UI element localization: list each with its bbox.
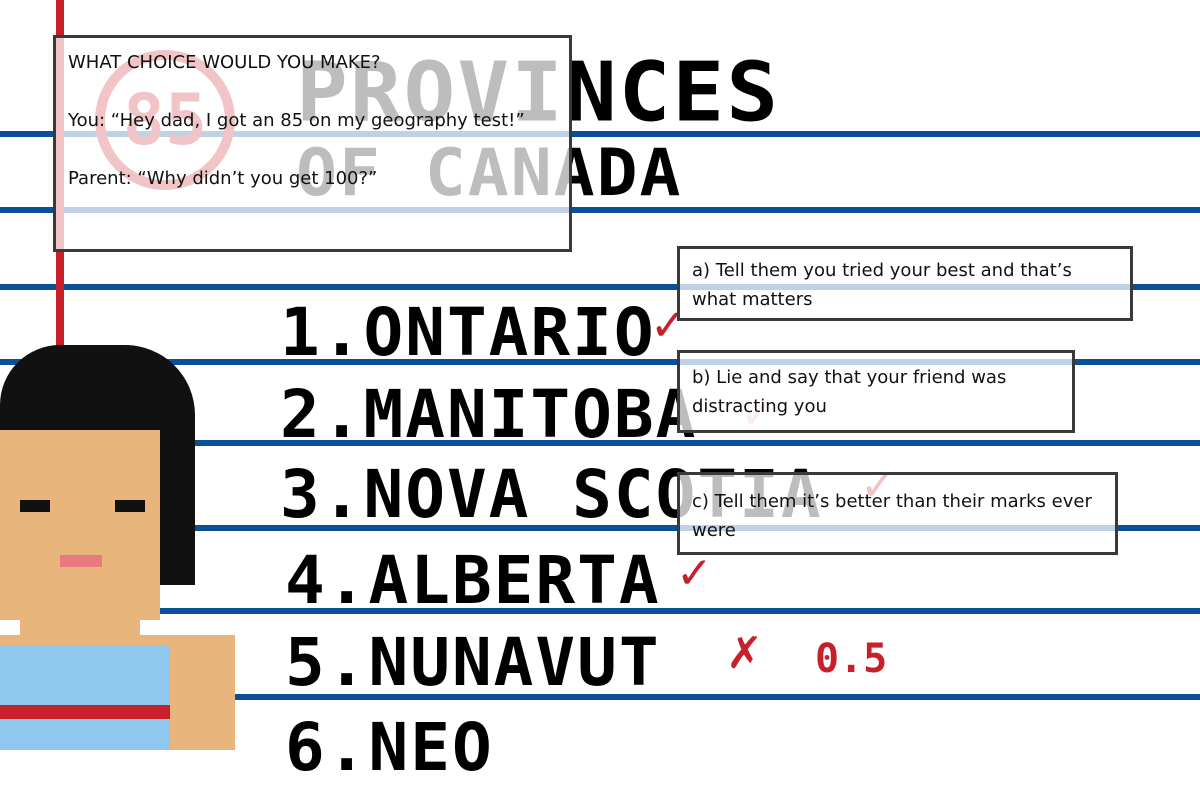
choice-a-button[interactable]: a) Tell them you tried your best and tha… (677, 246, 1133, 321)
prompt-heading: WHAT CHOICE WOULD YOU MAKE? (68, 52, 381, 73)
face (0, 430, 160, 620)
prompt-box: WHAT CHOICE WOULD YOU MAKE? You: “Hey da… (53, 35, 572, 252)
answer-item: 4.ALBERTA (285, 542, 661, 619)
top (0, 645, 170, 750)
choice-c-label: c) Tell them it’s better than their mark… (692, 491, 1092, 541)
choice-c-button[interactable]: c) Tell them it’s better than their mark… (677, 472, 1118, 555)
answer-item: 2.MANITOBA (280, 376, 698, 453)
eye (20, 500, 50, 512)
top-pattern (0, 705, 170, 719)
answer-item: 5.NUNAVUT (285, 624, 661, 701)
choice-a-label: a) Tell them you tried your best and tha… (692, 260, 1072, 310)
cross-mark-icon: ✗ (726, 628, 763, 679)
check-mark-icon: ✓ (676, 548, 713, 599)
partial-score: 0.5 (815, 636, 888, 682)
prompt-parent-line: Parent: “Why didn’t you get 100?” (68, 168, 378, 189)
choice-b-label: b) Lie and say that your friend was dist… (692, 367, 1007, 417)
student-character (0, 345, 240, 750)
mouth (60, 555, 102, 567)
choice-b-button[interactable]: b) Lie and say that your friend was dist… (677, 350, 1075, 433)
answer-item: 1.ONTARIO (280, 294, 656, 371)
prompt-you-line: You: “Hey dad, I got an 85 on my geograp… (68, 110, 525, 131)
answer-item: 6.NEO (285, 709, 494, 786)
eye (115, 500, 145, 512)
